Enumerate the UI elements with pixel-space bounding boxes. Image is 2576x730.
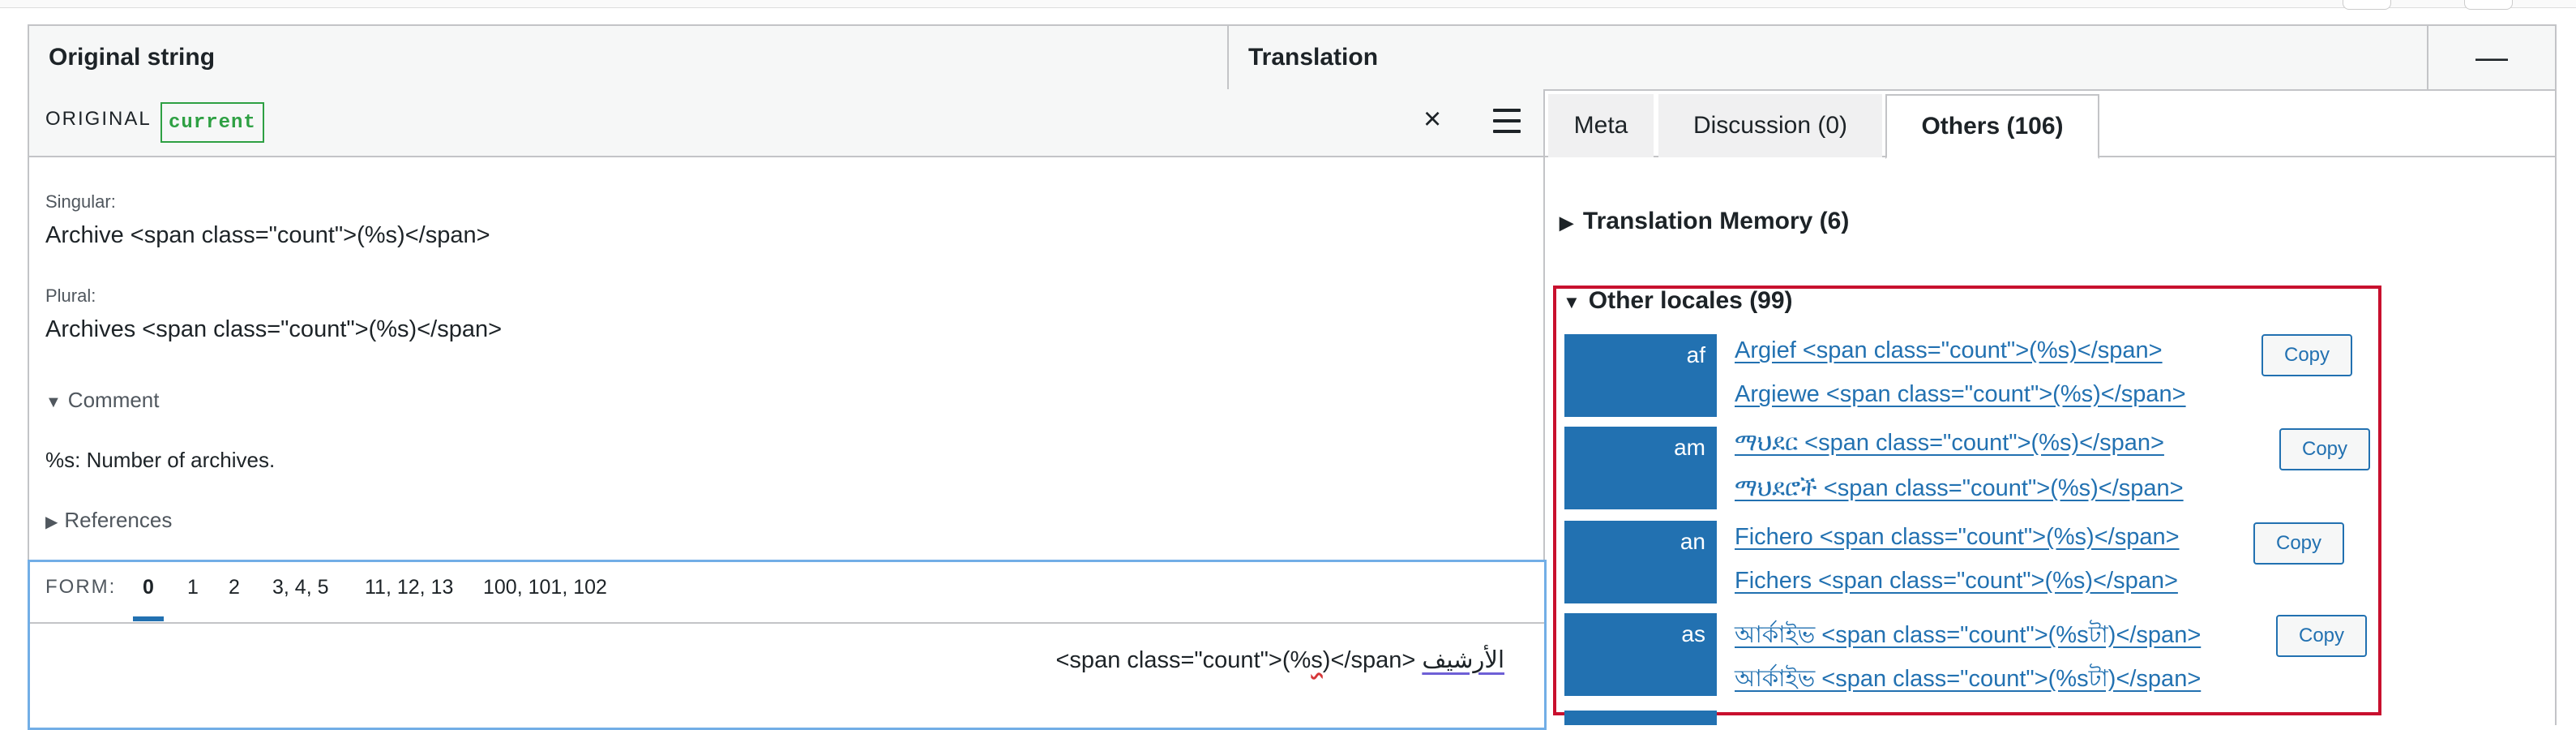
locale-code: an — [1564, 521, 1717, 603]
locale-translation-link[interactable]: আৰ্কাইভ <span class="count">(%sটা)</span… — [1735, 660, 2201, 700]
other-locales-label: Other locales (99) — [1588, 287, 1793, 314]
minimize-icon: — — [2475, 39, 2508, 75]
editor-spellcheck-word: s — [1311, 647, 1323, 673]
plural-label: Plural: — [45, 286, 96, 306]
locale-translation-link[interactable]: ማህደር <span class="count">(%s)</span> — [1735, 430, 2164, 457]
comment-text: %s: Number of archives. — [45, 448, 276, 472]
original-label: ORIGINAL — [45, 108, 152, 130]
form-tab-5[interactable]: 100, 101, 102 — [483, 576, 607, 599]
references-toggle[interactable]: ▶ References — [45, 508, 172, 533]
locale-translation-link[interactable]: Fichero <span class="count">(%s)</span> — [1735, 524, 2180, 551]
original-string-header: Original string — [28, 24, 1229, 91]
active-form-indicator — [133, 616, 164, 621]
top-control-right[interactable] — [2464, 0, 2513, 10]
form-label: FORM: — [45, 576, 117, 598]
plural-text: Archives <span class="count">(%s)</span> — [45, 316, 503, 342]
original-string-title: Original string — [49, 44, 216, 71]
editor-arabic-word: الأرشيف — [1422, 647, 1504, 673]
form-tab-2[interactable]: 2 — [229, 576, 240, 599]
comment-toggle-label: Comment — [67, 388, 160, 412]
minimize-button[interactable]: — — [2427, 24, 2557, 91]
translation-memory-toggle[interactable]: ▶ Translation Memory (6) — [1560, 208, 1849, 235]
copy-button[interactable]: Copy — [2261, 334, 2352, 376]
locale-translation-link[interactable]: ማህደሮች <span class="count">(%s)</span> — [1735, 475, 2184, 502]
close-icon[interactable]: × — [1423, 104, 1441, 135]
translation-title: Translation — [1248, 44, 1379, 71]
menu-icon[interactable] — [1493, 109, 1521, 133]
form-tab-1[interactable]: 1 — [187, 576, 199, 599]
triangle-down-icon: ▼ — [45, 393, 62, 411]
references-toggle-label: References — [64, 508, 173, 532]
tab-discussion[interactable]: Discussion (0) — [1658, 94, 1882, 157]
next-locale-code — [1564, 711, 1717, 725]
triangle-right-icon: ▶ — [1560, 213, 1573, 233]
editor-ltr-part-2: )</span> — [1322, 647, 1423, 673]
triangle-right-icon: ▶ — [45, 513, 58, 531]
locale-translation-link[interactable]: Fichers <span class="count">(%s)</span> — [1735, 568, 2178, 595]
tab-others[interactable]: Others (106) — [1885, 94, 2099, 159]
copy-button[interactable]: Copy — [2279, 428, 2370, 470]
copy-button[interactable]: Copy — [2253, 522, 2344, 565]
editor-ltr-part-1: <span class="count">(% — [1055, 647, 1312, 673]
copy-button[interactable]: Copy — [2276, 615, 2367, 657]
top-control-left[interactable] — [2343, 0, 2391, 10]
translation-header: Translation — [1227, 24, 2428, 91]
locale-translation-link[interactable]: Argiewe <span class="count">(%s)</span> — [1735, 381, 2186, 408]
translation-memory-label: Translation Memory (6) — [1582, 208, 1850, 234]
tab-meta[interactable]: Meta — [1548, 94, 1654, 157]
locale-translation-link[interactable]: Argief <span class="count">(%s)</span> — [1735, 337, 2163, 364]
singular-label: Singular: — [45, 191, 116, 212]
comment-toggle[interactable]: ▼ Comment — [45, 388, 160, 413]
locale-code: af — [1564, 334, 1717, 417]
form-tab-0[interactable]: 0 — [143, 576, 154, 599]
locale-code: am — [1564, 427, 1717, 509]
locale-translation-link[interactable]: আৰ্কাইভ <span class="count">(%sটা)</span… — [1735, 616, 2201, 656]
form-tab-3[interactable]: 3, 4, 5 — [272, 576, 329, 599]
current-badge: current — [160, 102, 264, 143]
translation-textarea[interactable]: <span class="count">(%s)</span> الأرشيف — [1056, 646, 1505, 674]
other-locales-toggle[interactable]: ▼ Other locales (99) — [1563, 287, 1793, 315]
form-bar — [30, 562, 1544, 624]
triangle-down-icon: ▼ — [1563, 292, 1581, 312]
top-strip — [0, 0, 2576, 8]
singular-text: Archive <span class="count">(%s)</span> — [45, 222, 490, 248]
form-tab-4[interactable]: 11, 12, 13 — [365, 576, 453, 599]
locale-code: as — [1564, 613, 1717, 696]
